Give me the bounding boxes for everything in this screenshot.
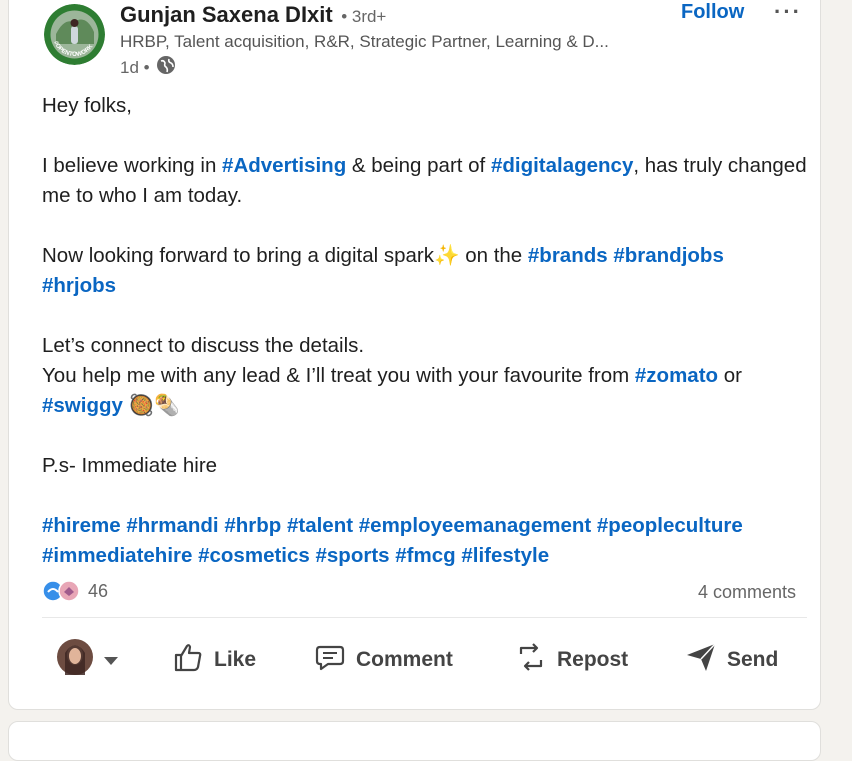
comment-button[interactable]: Comment: [314, 631, 453, 689]
post-meta: 1d •: [120, 55, 176, 80]
hashtag-link[interactable]: #immediatehire: [42, 544, 192, 567]
actor-avatar: [57, 639, 93, 681]
post-time: 1d •: [120, 57, 150, 77]
hashtag-link[interactable]: #hrmandi: [126, 514, 218, 537]
social-actions-bar: Like Comment Repost Send: [9, 631, 822, 689]
divider: [42, 617, 807, 618]
hashtag-link[interactable]: #Advertising: [222, 154, 346, 177]
post-paragraph-2: Now looking forward to bring a digital s…: [42, 241, 812, 301]
like-label: Like: [214, 648, 257, 671]
hashtag-link[interactable]: #digitalagency: [491, 154, 633, 177]
hashtag-link[interactable]: #swiggy: [42, 394, 123, 417]
follow-button[interactable]: Follow: [681, 1, 744, 24]
thumbs-up-icon: [172, 641, 204, 679]
text-span: I believe working in: [42, 154, 223, 177]
caret-down-icon: [103, 648, 119, 672]
author-avatar[interactable]: #OPENTOWORK: [44, 4, 105, 65]
reaction-count: 46: [88, 580, 109, 601]
post-greeting: Hey folks,: [42, 94, 132, 117]
repost-arrows-icon: [515, 641, 547, 679]
hashtag-link[interactable]: #talent: [287, 514, 353, 537]
author-name[interactable]: Gunjan Saxena DIxit: [120, 2, 333, 27]
text-span: Let’s connect to discuss the details.: [42, 334, 365, 357]
comment-label: Comment: [356, 648, 453, 671]
post-body: Hey folks, I believe working in #Adverti…: [42, 91, 812, 571]
connection-degree: • 3rd+: [341, 7, 387, 26]
comments-count-link[interactable]: 4 comments: [698, 582, 796, 603]
post-paragraph-3: Let’s connect to discuss the details. Yo…: [42, 331, 812, 421]
globe-icon: [156, 55, 176, 80]
text-span: or: [718, 364, 742, 387]
post-hashtags: #hireme #hrmandi #hrbp #talent #employee…: [42, 511, 812, 571]
author-name-row: Gunjan Saxena DIxit • 3rd+: [120, 2, 386, 28]
like-button[interactable]: Like: [172, 631, 256, 689]
send-button[interactable]: Send: [685, 631, 778, 689]
hashtag-link[interactable]: #hireme: [42, 514, 121, 537]
post-paragraph-4: P.s- Immediate hire: [42, 454, 218, 477]
more-options-icon[interactable]: ···: [774, 0, 802, 25]
author-headline: HRBP, Talent acquisition, R&R, Strategic…: [120, 32, 609, 51]
text-span: Now looking forward to bring a digital s…: [42, 244, 434, 267]
hashtag-link[interactable]: #brandjobs: [613, 244, 724, 267]
post-card: #OPENTOWORK Gunjan Saxena DIxit • 3rd+ H…: [8, 0, 821, 710]
post-paragraph-1: I believe working in #Advertising & bein…: [42, 151, 812, 211]
hashtag-link[interactable]: #brands: [528, 244, 608, 267]
hashtag-link[interactable]: #peopleculture: [597, 514, 743, 537]
repost-label: Repost: [557, 648, 629, 671]
paper-plane-icon: [685, 641, 717, 679]
repost-button[interactable]: Repost: [515, 631, 628, 689]
hashtag-link[interactable]: #lifestyle: [461, 544, 549, 567]
sparkle-emoji: ✨: [433, 244, 460, 267]
next-post-card: [8, 721, 821, 761]
reactions-summary[interactable]: 46: [42, 580, 108, 602]
hashtag-link[interactable]: #hrjobs: [42, 274, 116, 297]
text-span: & being part of: [346, 154, 491, 177]
hashtag-link[interactable]: #cosmetics: [198, 544, 310, 567]
reaction-as-selector[interactable]: [57, 631, 119, 689]
text-span: You help me with any lead & I’ll treat y…: [42, 364, 635, 387]
reaction-icons: [42, 580, 80, 602]
send-label: Send: [727, 648, 779, 671]
hashtag-link[interactable]: #hrbp: [224, 514, 281, 537]
text-span: on the: [459, 244, 528, 267]
food-emoji: 🥘🌯: [122, 394, 180, 417]
hashtag-link[interactable]: #fmcg: [395, 544, 455, 567]
hashtag-link[interactable]: #sports: [316, 544, 390, 567]
hashtag-link[interactable]: #zomato: [635, 364, 718, 387]
hashtag-link[interactable]: #employeemanagement: [359, 514, 591, 537]
comment-bubble-icon: [314, 641, 346, 679]
